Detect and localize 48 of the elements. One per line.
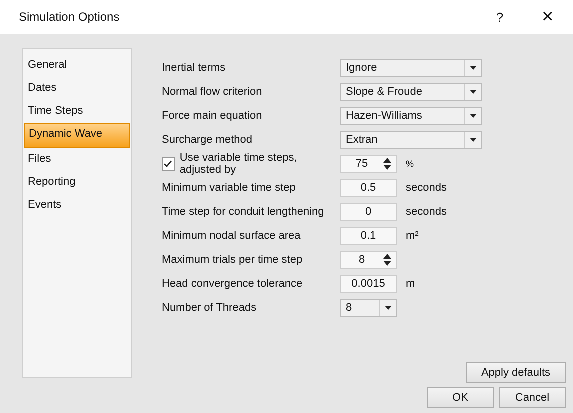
unit-label: m [406, 278, 416, 290]
ok-button[interactable]: OK [427, 387, 494, 408]
field-label: Number of Threads [162, 302, 257, 314]
caret-icon [470, 90, 476, 94]
field-label: Use variable time steps, adjusted by [180, 152, 298, 176]
spin-arrows-icon [383, 253, 392, 267]
dropdown[interactable]: Extran [340, 131, 482, 149]
spin-field[interactable]: 8 [340, 251, 397, 269]
field-label: Normal flow criterion [162, 86, 262, 98]
caret-icon [470, 114, 476, 118]
sidebar-item[interactable]: Dynamic Wave [24, 123, 130, 148]
sidebar-item[interactable]: Events [24, 194, 130, 217]
caret-icon [470, 138, 476, 142]
sidebar-item[interactable]: General [24, 54, 130, 77]
sidebar-item[interactable]: Dates [24, 77, 130, 100]
input-field[interactable]: 0.0015 [340, 275, 397, 293]
window-title: Simulation Options [19, 10, 121, 24]
spin-arrows-icon [383, 157, 392, 171]
apply-defaults-button[interactable]: Apply defaults [466, 362, 566, 383]
unit-label: % [406, 159, 414, 169]
close-button[interactable]: × [531, 2, 565, 32]
spin-field[interactable]: 75 [340, 155, 397, 173]
cancel-button[interactable]: Cancel [499, 387, 566, 408]
input-field[interactable]: 0 [340, 203, 397, 221]
input-field[interactable]: 0.5 [340, 179, 397, 197]
sidebar-item[interactable]: Reporting [24, 171, 130, 194]
checkbox[interactable] [162, 157, 175, 171]
unit-label: seconds [406, 182, 447, 194]
input-field[interactable]: 0.1 [340, 227, 397, 245]
field-label: Minimum nodal surface area [162, 230, 301, 242]
sidebar-item[interactable]: Time Steps [24, 100, 130, 123]
field-label: Surcharge method [162, 134, 252, 146]
caret-icon [470, 66, 476, 70]
field-label: Maximum trials per time step [162, 254, 303, 266]
dropdown[interactable]: Hazen-Williams [340, 107, 482, 125]
sidebar-item[interactable]: Files [24, 148, 130, 171]
field-label: Minimum variable time step [162, 182, 296, 194]
field-label: Head convergence tolerance [162, 278, 303, 290]
field-label: Inertial terms [162, 62, 226, 74]
unit-label: seconds [406, 206, 447, 218]
dropdown[interactable]: Slope & Froude [340, 83, 482, 101]
caret-icon [384, 306, 392, 310]
field-label: Time step for conduit lengthening [162, 206, 324, 218]
help-button[interactable]: ? [483, 2, 517, 32]
dropdown[interactable]: 8 [340, 299, 397, 317]
dropdown[interactable]: Ignore [340, 59, 482, 77]
unit-label: m² [406, 230, 419, 242]
field-label: Force main equation [162, 110, 262, 122]
